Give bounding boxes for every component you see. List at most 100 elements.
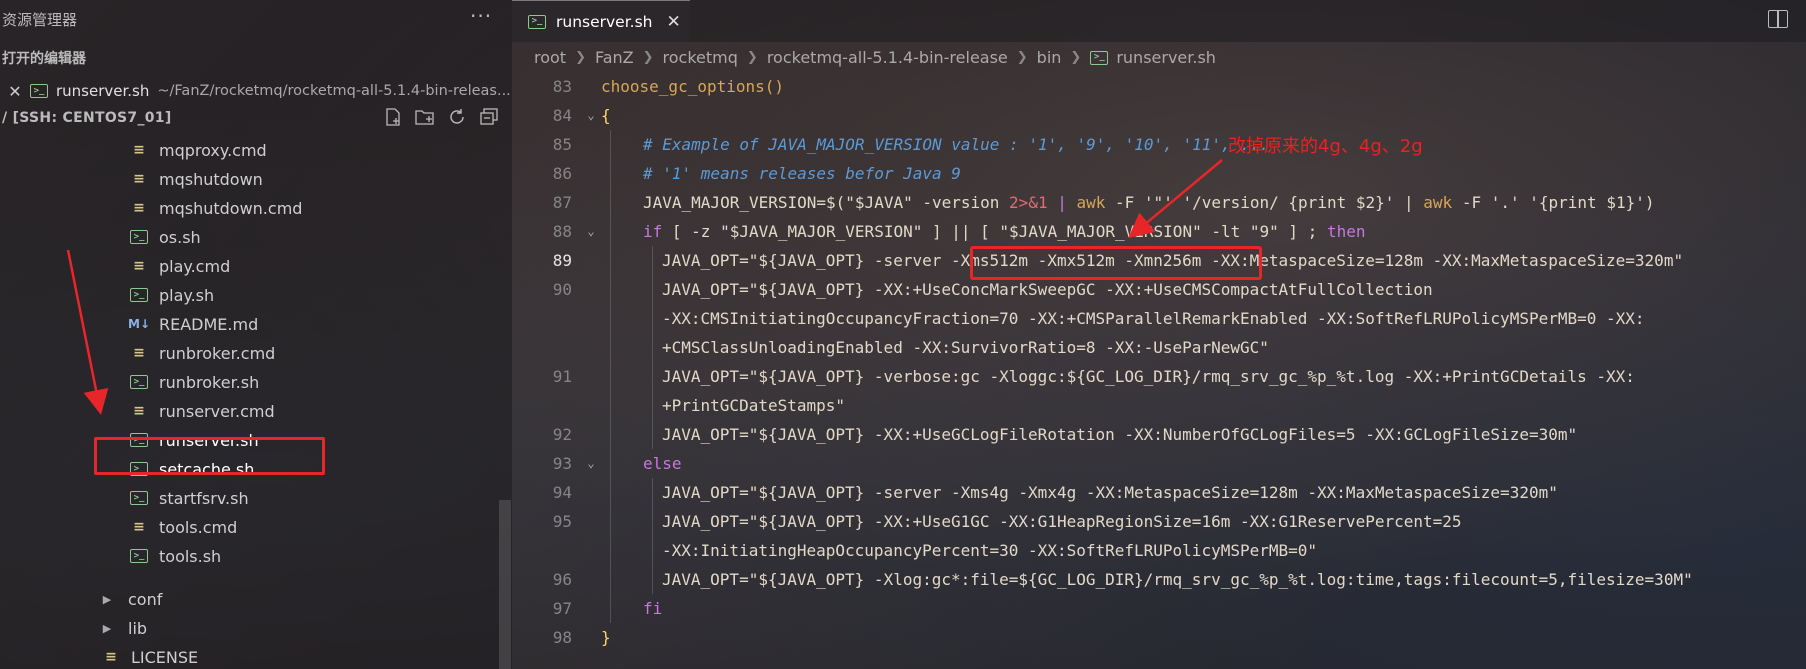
code-line: # Example of JAVA_MAJOR_VERSION value : … [643,130,1269,159]
code-text: +CMSClassUnloadingEnabled -XX:SurvivorRa… [662,338,1269,357]
lines-icon: ≡ [133,258,145,274]
file-item[interactable]: ≡ runserver.cmd [128,397,275,425]
code-line: JAVA_OPT="${JAVA_OPT} -Xlog:gc*:file=${G… [662,565,1693,594]
code-text: awk [1076,193,1106,212]
chevron-right-icon: ❯ [575,50,586,65]
file-item[interactable]: M↓ README.md [128,310,258,338]
breadcrumb-item: runserver.sh [1116,48,1216,67]
shell-icon: >_ [1090,50,1109,65]
close-icon[interactable]: ✕ [0,82,30,101]
shell-icon: >_ [130,491,148,505]
scrollbar[interactable] [499,500,511,669]
code-line: -XX:CMSInitiatingOccupancyFraction=70 -X… [662,304,1645,333]
file-name: tools.cmd [159,517,238,537]
chevron-right-icon: ❯ [642,50,654,65]
highlight-box [94,437,325,475]
code-text: JAVA_OPT="${JAVA_OPT} -Xlog:gc*:file=${G… [662,570,1693,589]
file-name: mqshutdown.cmd [159,198,303,218]
file-item[interactable]: ≡ tools.cmd [128,513,237,541]
breadcrumb-item[interactable]: FanZ [595,48,634,67]
line-number: 89 [552,251,572,270]
file-name: os.sh [159,227,201,247]
editor-area: >_ runserver.sh ✕ root ❯ FanZ ❯ rocketmq ❯ … [512,0,1806,669]
chevron-down-icon[interactable]: ⌄ [585,101,597,130]
code-line: -XX:InitiatingHeapOccupancyPercent=30 -X… [662,536,1317,565]
new-file-icon[interactable] [382,106,404,128]
workspace-header[interactable]: / [SSH: CENTOS7_01] [0,104,512,132]
file-name: mqproxy.cmd [159,140,267,160]
file-item[interactable]: >_ startfsrv.sh [128,484,249,512]
open-editors-header[interactable]: 打开的编辑器 [2,48,86,68]
code-keyword: if [643,222,663,241]
shell-icon: >_ [130,288,148,302]
chevron-right-icon: ❯ [746,50,758,65]
code-text: +PrintGCDateStamps" [662,396,846,415]
code-text: -XX:CMSInitiatingOccupancyFraction=70 -X… [662,309,1645,328]
more-actions-icon[interactable]: ··· [470,4,492,28]
code-text: JAVA_MAJOR_VERSION=$("$JAVA" -version [643,193,1010,212]
breadcrumb-item[interactable]: rocketmq [663,48,738,67]
code-line: else [643,449,682,478]
code-line: # '1' means releases befor Java 9 [643,159,961,188]
code-line: choose_gc_options() [601,72,784,101]
file-item[interactable]: >_ runbroker.sh [128,368,259,396]
highlight-box [970,246,1262,280]
file-item[interactable]: ≡ mqproxy.cmd [128,136,267,164]
code-line: JAVA_OPT="${JAVA_OPT} -verbose:gc -Xlogg… [662,362,1635,391]
folder-item[interactable]: ▶ conf [100,585,163,613]
chevron-right-icon: ❯ [1016,50,1028,65]
lines-icon: ≡ [105,649,117,665]
chevron-right-icon: ❯ [1070,50,1082,65]
lines-icon: ≡ [133,345,145,361]
lines-icon: ≡ [133,171,145,187]
open-editor-item[interactable]: ✕ >_ runserver.sh ~/FanZ/rocketmq/rocket… [0,76,512,106]
code-line: } [601,623,611,652]
code-line: { [601,101,611,130]
chevron-down-icon[interactable]: ⌄ [585,217,597,246]
file-item[interactable]: ≡ LICENSE [100,643,198,669]
code-text: { [601,106,611,125]
close-icon[interactable]: ✕ [667,12,681,32]
tab-runserver[interactable]: >_ runserver.sh ✕ [512,0,690,42]
indent-guide [610,130,611,623]
code-comment: # Example of JAVA_MAJOR_VERSION value : … [643,135,1270,154]
code-text: awk [1423,193,1453,212]
code-text: JAVA_OPT="${JAVA_OPT} -verbose:gc -Xlogg… [662,367,1635,386]
code-text: JAVA_OPT="${JAVA_OPT} -XX:+UseConcMarkSw… [662,280,1433,299]
indent-guide [652,246,653,449]
breadcrumb-item[interactable]: root [534,48,566,67]
file-item[interactable]: ≡ play.cmd [128,252,230,280]
file-item[interactable]: ≡ mqshutdown.cmd [128,194,302,222]
code-text: JAVA_OPT="${JAVA_OPT} -XX:+UseG1GC -XX:G… [662,512,1462,531]
new-folder-icon[interactable] [414,106,436,128]
refresh-icon[interactable] [446,106,468,128]
line-number: 85 [552,135,572,154]
breadcrumb-item[interactable]: rocketmq-all-5.1.4-bin-release [767,48,1008,67]
split-editor-icon[interactable] [1768,10,1788,28]
file-item[interactable]: >_ os.sh [128,223,201,251]
shell-icon: >_ [130,375,148,389]
tab-bar: >_ runserver.sh ✕ [512,0,1806,42]
file-item[interactable]: >_ play.sh [128,281,214,309]
folder-item[interactable]: ▶ lib [100,614,147,642]
shell-icon: >_ [528,14,546,29]
code-text: choose_gc_options() [601,77,785,96]
file-item[interactable]: ≡ runbroker.cmd [128,339,275,367]
file-item[interactable]: >_ tools.sh [128,542,221,570]
chevron-right-icon: ▶ [102,621,112,635]
file-item[interactable]: ≡ mqshutdown [128,165,263,193]
indent-guide [652,478,653,594]
breadcrumb-item[interactable]: bin [1037,48,1062,67]
lines-icon: ≡ [133,142,145,158]
lines-icon: ≡ [133,519,145,535]
code-text: JAVA_OPT="${JAVA_OPT} -XX:+UseGCLogFileR… [662,425,1578,444]
code-line: if [ -z "$JAVA_MAJOR_VERSION" ] || [ "$J… [643,217,1365,246]
code-text: JAVA_OPT="${JAVA_OPT} -server -Xms4g -Xm… [662,483,1558,502]
collapse-all-icon[interactable] [478,106,500,128]
code-text: [ -z "$JAVA_MAJOR_VERSION" ] || [ "$JAVA… [662,222,1327,241]
line-number: 92 [552,425,572,444]
breadcrumb-file[interactable]: >_ runserver.sh [1090,48,1216,67]
file-name: startfsrv.sh [159,488,249,508]
explorer-sidebar: 资源管理器 ··· 打开的编辑器 ✕ >_ runserver.sh ~/Fan… [0,0,512,669]
chevron-down-icon[interactable]: ⌄ [585,449,597,478]
